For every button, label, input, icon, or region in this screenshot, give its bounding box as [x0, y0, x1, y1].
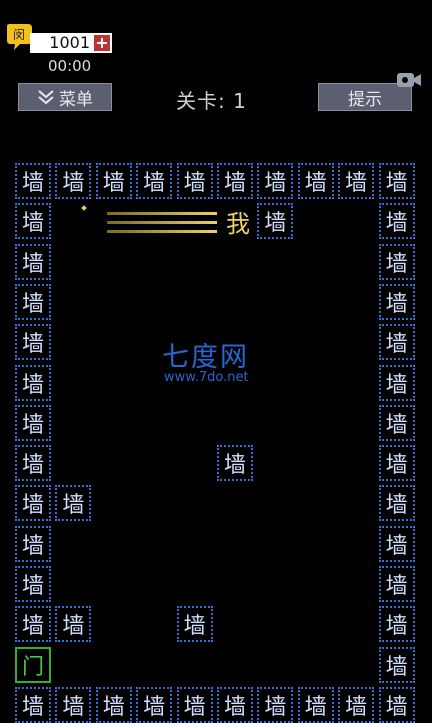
wall-tile: 墙 — [55, 686, 92, 723]
wall-tile: 墙 — [15, 566, 51, 602]
wall-tile: 墙 — [55, 163, 92, 199]
motion-trail — [107, 212, 217, 215]
wall-tile: 墙 — [136, 163, 173, 199]
wall-tile: 墙 — [15, 163, 51, 199]
wall-tile: 墙 — [15, 243, 51, 280]
wall-tile: 墙 — [217, 445, 253, 482]
wall-tile: 墙 — [378, 243, 415, 280]
wall-tile: 墙 — [15, 485, 51, 522]
wall-tile: 墙 — [378, 606, 415, 643]
wall-tile: 墙 — [378, 283, 415, 320]
wall-tile: 墙 — [176, 163, 213, 199]
wall-tile: 墙 — [15, 283, 51, 320]
wall-tile: 墙 — [136, 686, 173, 723]
motion-trail — [107, 230, 217, 233]
wall-tile: 墙 — [15, 525, 51, 562]
wall-tile: 墙 — [176, 606, 213, 643]
wall-tile: 墙 — [378, 485, 415, 522]
wall-tile: 墙 — [378, 566, 415, 602]
wall-tile: 墙 — [378, 324, 415, 361]
wall-tile: 墙 — [15, 324, 51, 361]
wall-tile: 墙 — [217, 163, 253, 199]
wall-tile: 墙 — [338, 163, 375, 199]
wall-tile: 墙 — [55, 485, 92, 522]
wall-tile: 墙 — [15, 686, 51, 723]
wall-tile: 墙 — [378, 686, 415, 723]
wall-tile: 墙 — [297, 163, 334, 199]
wall-tile: 墙 — [95, 686, 132, 723]
wall-tile: 墙 — [15, 364, 51, 401]
player-tile: 我 — [226, 209, 250, 238]
wall-tile: 墙 — [257, 686, 294, 723]
wall-tile: 墙 — [378, 404, 415, 441]
wall-tile: 墙 — [95, 163, 132, 199]
wall-tile: 墙 — [338, 686, 375, 723]
watermark-title: 七度网 — [162, 342, 249, 373]
wall-tile: 墙 — [257, 203, 294, 240]
wall-tile: 墙 — [378, 525, 415, 562]
wall-tile: 墙 — [15, 445, 51, 482]
wall-tile: 墙 — [15, 203, 51, 240]
wall-tile: 墙 — [297, 686, 334, 723]
wall-tile: 墙 — [378, 203, 415, 240]
wall-tile: 墙 — [378, 364, 415, 401]
watermark-url: www.7do.net — [164, 370, 249, 385]
wall-tile: 墙 — [15, 606, 51, 643]
wall-tile: 墙 — [15, 404, 51, 441]
wall-tile: 墙 — [55, 606, 92, 643]
wall-tile: 墙 — [217, 686, 253, 723]
wall-tile: 墙 — [378, 445, 415, 482]
wall-tile: 墙 — [378, 646, 415, 683]
wall-tile: 墙 — [176, 686, 213, 723]
wall-tile: 墙 — [378, 163, 415, 199]
motion-trail — [107, 221, 217, 224]
wall-tile: 墙 — [257, 163, 294, 199]
door-tile: 门 — [15, 646, 51, 683]
